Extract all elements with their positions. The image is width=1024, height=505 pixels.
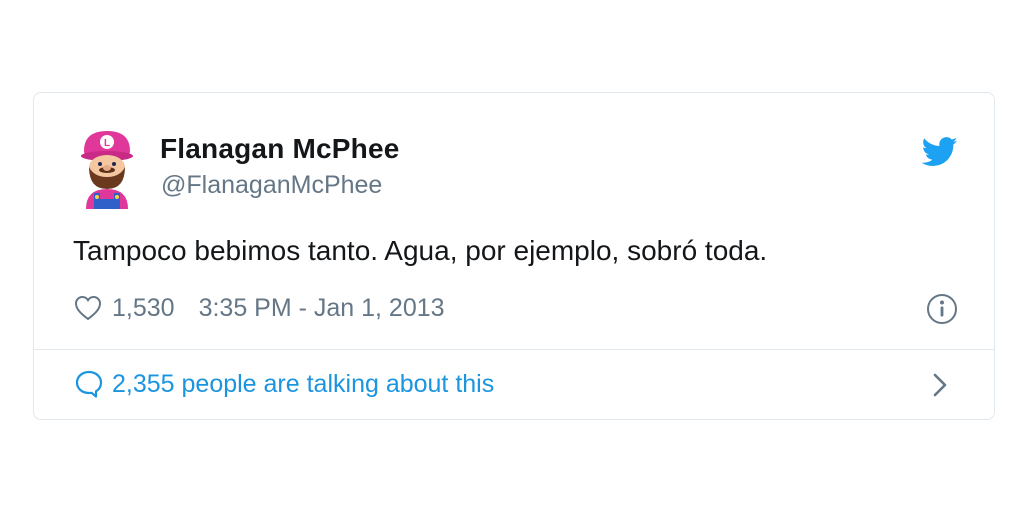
author-name[interactable]: Flanagan McPhee <box>160 133 400 165</box>
heart-icon[interactable] <box>74 295 102 321</box>
chevron-right-icon[interactable] <box>930 371 950 399</box>
avatar[interactable]: L <box>76 127 138 209</box>
like-count[interactable]: 1,530 <box>112 294 175 323</box>
conversation-label[interactable]: 2,355 people are talking about this <box>112 370 494 399</box>
twitter-bird-icon[interactable] <box>922 137 958 167</box>
author-handle[interactable]: @FlanaganMcPhee <box>161 171 382 200</box>
divider <box>34 349 994 350</box>
speech-bubble-icon <box>75 370 103 398</box>
tweet-card[interactable]: L Flanagan McPhee @FlanaganMcPhee Tampoc… <box>33 92 995 420</box>
tweet-text: Tampoco bebimos tanto. Agua, por ejemplo… <box>73 235 768 266</box>
tweet-timestamp[interactable]: 3:35 PM - Jan 1, 2013 <box>199 294 445 323</box>
conversation-link[interactable]: 2,355 people are talking about this <box>74 367 494 401</box>
info-icon[interactable] <box>926 293 958 325</box>
tweet-meta: 1,530 3:35 PM - Jan 1, 2013 <box>74 291 445 325</box>
svg-text:L: L <box>104 138 110 149</box>
